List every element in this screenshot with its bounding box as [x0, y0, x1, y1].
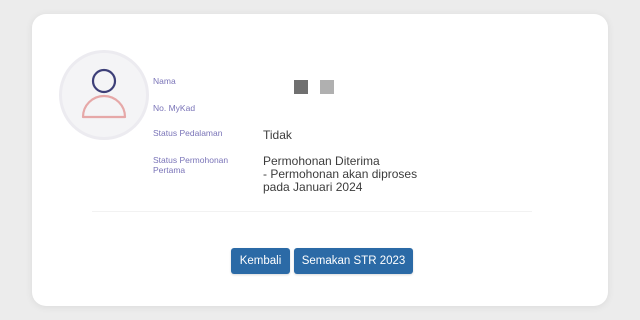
check-str-2023-button[interactable]: Semakan STR 2023	[294, 248, 413, 274]
back-button[interactable]: Kembali	[231, 248, 290, 274]
first-application-status-label: Status Permohonan Pertama	[153, 155, 229, 175]
name-label: Nama	[153, 76, 176, 86]
rural-status-value: Tidak	[263, 128, 292, 142]
divider	[92, 211, 532, 212]
mykad-label: No. MyKad	[153, 103, 196, 113]
status-line: pada Januari 2024	[263, 180, 363, 194]
profile-card: Nama No. MyKad Status Pedalaman Tidak St…	[32, 14, 608, 306]
avatar	[59, 50, 149, 140]
first-application-status-value: Permohonan Diterima - Permohonan akan di…	[263, 155, 443, 194]
redacted-block	[320, 80, 334, 94]
user-avatar-icon	[81, 68, 127, 119]
redacted-block	[294, 80, 308, 94]
rural-status-label: Status Pedalaman	[153, 128, 223, 138]
